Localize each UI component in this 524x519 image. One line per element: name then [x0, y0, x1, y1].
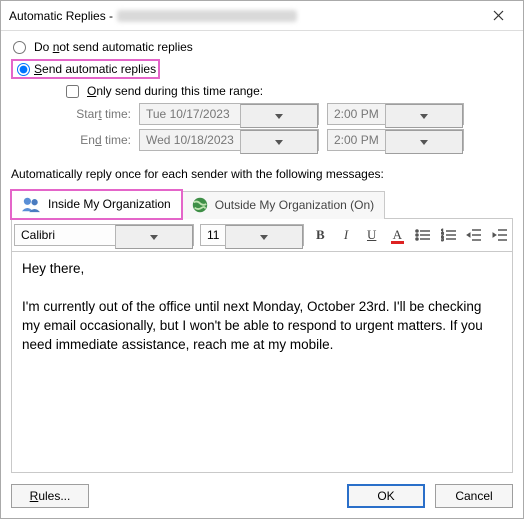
message-body: I'm currently out of the office until ne…	[22, 298, 502, 355]
globe-icon	[191, 196, 209, 214]
numbered-list-icon: 1 2 3	[441, 228, 457, 242]
outdent-icon	[466, 228, 482, 242]
close-button[interactable]	[481, 5, 515, 27]
chevron-down-icon[interactable]	[385, 104, 463, 128]
bullet-list-icon	[415, 228, 431, 242]
end-time-label: End time:	[66, 133, 131, 147]
svg-text:3: 3	[441, 237, 444, 242]
chevron-down-icon[interactable]	[240, 104, 318, 128]
format-toolbar: Calibri 11 B I U A 1 2 3	[11, 219, 513, 252]
end-time-select[interactable]: 2:00 PM	[327, 129, 464, 151]
send-label: Send automatic replies	[34, 62, 156, 76]
title-bar: Automatic Replies -	[1, 1, 523, 31]
end-date-value: Wed 10/18/2023	[140, 130, 240, 150]
end-time-value: 2:00 PM	[328, 130, 385, 150]
do-not-send-row[interactable]: Do not send automatic replies	[11, 37, 513, 57]
section-label: Automatically reply once for each sender…	[11, 167, 513, 181]
tab-outside-label: Outside My Organization (On)	[215, 198, 374, 212]
font-size-value: 11	[201, 225, 225, 245]
start-date-value: Tue 10/17/2023	[140, 104, 240, 124]
start-date-select[interactable]: Tue 10/17/2023	[139, 103, 319, 125]
indent-button[interactable]	[490, 225, 510, 245]
end-date-select[interactable]: Wed 10/18/2023	[139, 129, 319, 151]
send-row[interactable]: Send automatic replies	[11, 59, 513, 79]
start-time-value: 2:00 PM	[328, 104, 385, 124]
account-email-blurred	[117, 10, 297, 22]
do-not-send-label: Do not send automatic replies	[34, 40, 193, 54]
outdent-button[interactable]	[465, 225, 485, 245]
tab-inside-org[interactable]: Inside My Organization	[11, 190, 182, 219]
chevron-down-icon[interactable]	[385, 130, 463, 154]
close-icon	[493, 10, 504, 21]
font-size-select[interactable]: 11	[200, 224, 304, 246]
only-send-checkbox[interactable]	[66, 85, 79, 98]
dialog-title: Automatic Replies -	[9, 9, 113, 23]
message-greeting: Hey there,	[22, 260, 502, 279]
people-icon	[20, 195, 42, 213]
do-not-send-radio[interactable]	[13, 41, 26, 54]
underline-button[interactable]: U	[362, 225, 382, 245]
tab-inside-label: Inside My Organization	[48, 197, 171, 211]
font-color-button[interactable]: A	[388, 225, 408, 245]
cancel-button[interactable]: Cancel	[435, 484, 513, 508]
bold-button[interactable]: B	[310, 225, 330, 245]
only-send-label: Only send during this time range:	[87, 84, 263, 98]
dialog-footer: Rules... OK Cancel	[1, 473, 523, 518]
italic-button[interactable]: I	[336, 225, 356, 245]
start-time-label: Start time:	[66, 107, 131, 121]
rules-button[interactable]: Rules...	[11, 484, 89, 508]
start-time-select[interactable]: 2:00 PM	[327, 103, 464, 125]
chevron-down-icon[interactable]	[240, 130, 318, 154]
chevron-down-icon[interactable]	[115, 225, 193, 249]
ok-button[interactable]: OK	[347, 484, 425, 508]
send-radio[interactable]	[17, 63, 30, 76]
tab-outside-org[interactable]: Outside My Organization (On)	[182, 191, 385, 219]
only-send-range-row[interactable]: Only send during this time range:	[66, 81, 513, 101]
message-editor[interactable]: Hey there, I'm currently out of the offi…	[11, 252, 513, 473]
bullet-list-button[interactable]	[413, 225, 433, 245]
indent-icon	[492, 228, 508, 242]
font-value: Calibri	[15, 225, 115, 245]
font-select[interactable]: Calibri	[14, 224, 194, 246]
number-list-button[interactable]: 1 2 3	[439, 225, 459, 245]
tab-strip: Inside My Organization Outside My Organi…	[11, 189, 513, 219]
chevron-down-icon[interactable]	[225, 225, 303, 249]
